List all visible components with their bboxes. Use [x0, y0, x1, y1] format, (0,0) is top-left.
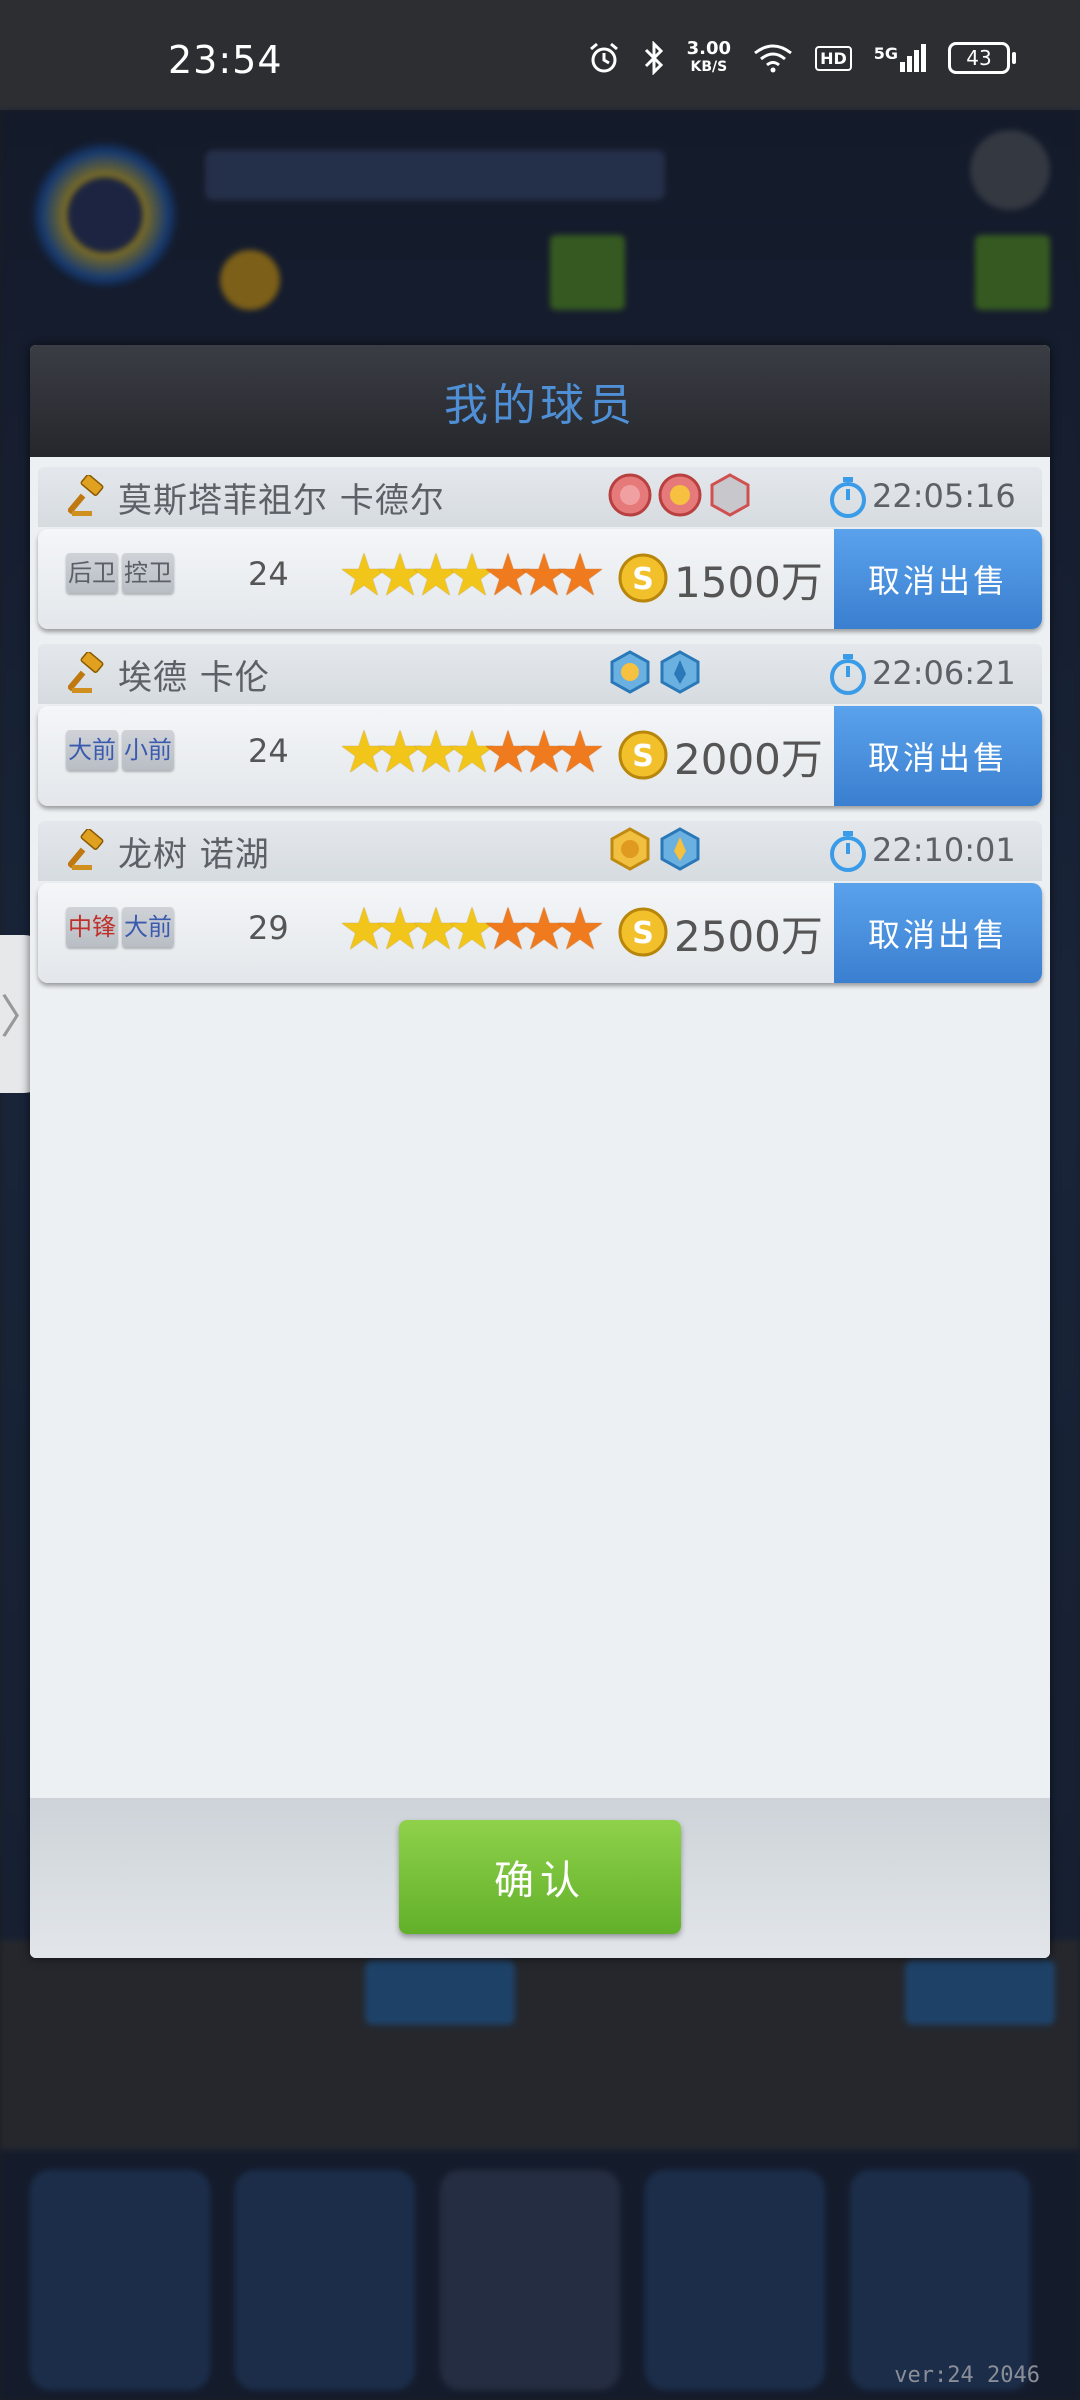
star-icon: ★ — [446, 895, 498, 963]
star-icon: ★ — [554, 541, 606, 609]
player-age: 29 — [248, 909, 289, 947]
cancel-sale-button[interactable]: 取消出售 — [834, 706, 1042, 806]
skill-badge-icon — [610, 650, 650, 694]
entry-header: 莫斯塔菲祖尔 卡德尔 22:05:16 — [38, 467, 1042, 527]
position-tag: 小前 — [122, 730, 174, 770]
skill-badge-icon — [608, 473, 652, 517]
stopwatch-icon — [830, 477, 866, 518]
star-icon: ★ — [554, 718, 606, 786]
star-icon: ★ — [518, 895, 570, 963]
star-icon: ★ — [374, 895, 426, 963]
my-players-dialog: 我的球员 莫斯塔菲祖尔 卡德尔 22:05:16 后卫 控卫 24 ★ ★ ★ … — [30, 345, 1050, 1958]
player-age: 24 — [248, 555, 289, 593]
stopwatch-icon — [830, 654, 866, 695]
status-bar: 23:54 3.00 KB/S HD 5G 43 — [0, 0, 1080, 110]
remaining-time: 22:10:01 — [872, 831, 1016, 869]
entry-details: 大前 小前 24 ★ ★ ★ ★ ★ ★ ★ S 2000万 取消出售 — [38, 706, 1042, 806]
skill-badges — [608, 827, 702, 871]
star-icon: ★ — [482, 718, 534, 786]
skill-badge-icon — [660, 650, 700, 694]
player-name: 埃德 卡伦 — [118, 658, 270, 698]
star-icon: ★ — [482, 895, 534, 963]
star-icon: ★ — [518, 718, 570, 786]
star-icon: ★ — [518, 541, 570, 609]
alarm-icon — [589, 42, 618, 73]
position-tag: 中锋 — [66, 907, 118, 947]
skill-badges — [608, 650, 702, 694]
star-icon: ★ — [374, 541, 426, 609]
player-name: 莫斯塔菲祖尔 卡德尔 — [118, 481, 445, 521]
svg-text:S: S — [632, 562, 654, 597]
dialog-header: 我的球员 — [30, 345, 1050, 457]
svg-text:S: S — [632, 739, 654, 774]
coin-icon: S — [618, 907, 668, 957]
gavel-icon — [68, 829, 104, 870]
star-icon: ★ — [338, 718, 390, 786]
confirm-button[interactable]: 确认 — [399, 1820, 681, 1934]
coin-icon: S — [618, 553, 668, 603]
star-icon: ★ — [482, 541, 534, 609]
star-icon: ★ — [554, 895, 606, 963]
bluetooth-icon — [644, 41, 663, 75]
hd-badge: HD — [815, 45, 852, 71]
star-icon: ★ — [410, 541, 462, 609]
cancel-sale-button[interactable]: 取消出售 — [834, 529, 1042, 629]
entry-details: 中锋 大前 29 ★ ★ ★ ★ ★ ★ ★ S 2500万 取消出售 — [38, 883, 1042, 983]
dialog-footer: 确认 — [30, 1798, 1050, 1958]
player-entry: 埃德 卡伦 22:06:21 大前 小前 24 ★ ★ ★ ★ ★ ★ ★ S 2000万 … — [38, 644, 1042, 822]
player-name: 龙树 诺湖 — [118, 835, 270, 875]
position-tag: 控卫 — [122, 553, 174, 593]
player-price: 1500万 — [674, 558, 823, 607]
star-icon: ★ — [410, 895, 462, 963]
battery-icon: 43 — [948, 42, 1016, 74]
player-entry: 龙树 诺湖 22:10:01 中锋 大前 29 ★ ★ ★ ★ ★ ★ ★ S 2500万 … — [38, 821, 1042, 999]
skill-badge-icon — [710, 473, 750, 517]
star-icon: ★ — [338, 541, 390, 609]
version-label: ver:24 2046 — [894, 2363, 1040, 2388]
gavel-icon — [68, 652, 104, 693]
rating-stars: ★ ★ ★ ★ ★ ★ ★ — [338, 718, 606, 786]
entry-header: 龙树 诺湖 22:10:01 — [38, 821, 1042, 881]
position-tag: 大前 — [122, 907, 174, 947]
gavel-icon — [68, 475, 104, 516]
cancel-sale-button[interactable]: 取消出售 — [834, 883, 1042, 983]
star-icon: ★ — [338, 895, 390, 963]
skill-badges — [608, 473, 752, 517]
coin-icon: S — [618, 730, 668, 780]
entry-details: 后卫 控卫 24 ★ ★ ★ ★ ★ ★ ★ S 1500万 取消出售 — [38, 529, 1042, 629]
player-age: 24 — [248, 732, 289, 770]
player-list: 莫斯塔菲祖尔 卡德尔 22:05:16 后卫 控卫 24 ★ ★ ★ ★ ★ ★ ★ S 1… — [30, 457, 1050, 1797]
wifi-icon — [754, 44, 792, 73]
star-icon: ★ — [446, 718, 498, 786]
rating-stars: ★ ★ ★ ★ ★ ★ ★ — [338, 895, 606, 963]
position-tag: 大前 — [66, 730, 118, 770]
position-tag: 后卫 — [66, 553, 118, 593]
rating-stars: ★ ★ ★ ★ ★ ★ ★ — [338, 541, 606, 609]
network-speed: 3.00 KB/S — [686, 38, 732, 76]
skill-badge-icon — [658, 473, 702, 517]
cellular-signal-icon: 5G — [874, 44, 926, 72]
svg-text:S: S — [632, 916, 654, 951]
player-price: 2500万 — [674, 912, 823, 961]
star-icon: ★ — [374, 718, 426, 786]
star-icon: ★ — [446, 541, 498, 609]
status-icons: 3.00 KB/S HD 5G 43 — [587, 38, 1016, 76]
remaining-time: 22:06:21 — [872, 654, 1016, 692]
status-time: 23:54 — [168, 38, 283, 82]
remaining-time: 22:05:16 — [872, 477, 1016, 515]
skill-badge-icon — [610, 827, 650, 871]
skill-badge-icon — [660, 827, 700, 871]
stopwatch-icon — [830, 831, 866, 872]
dialog-title: 我的球员 — [444, 380, 636, 431]
player-price: 2000万 — [674, 735, 823, 784]
entry-header: 埃德 卡伦 22:06:21 — [38, 644, 1042, 704]
player-entry: 莫斯塔菲祖尔 卡德尔 22:05:16 后卫 控卫 24 ★ ★ ★ ★ ★ ★ ★ S 1… — [38, 467, 1042, 645]
star-icon: ★ — [410, 718, 462, 786]
